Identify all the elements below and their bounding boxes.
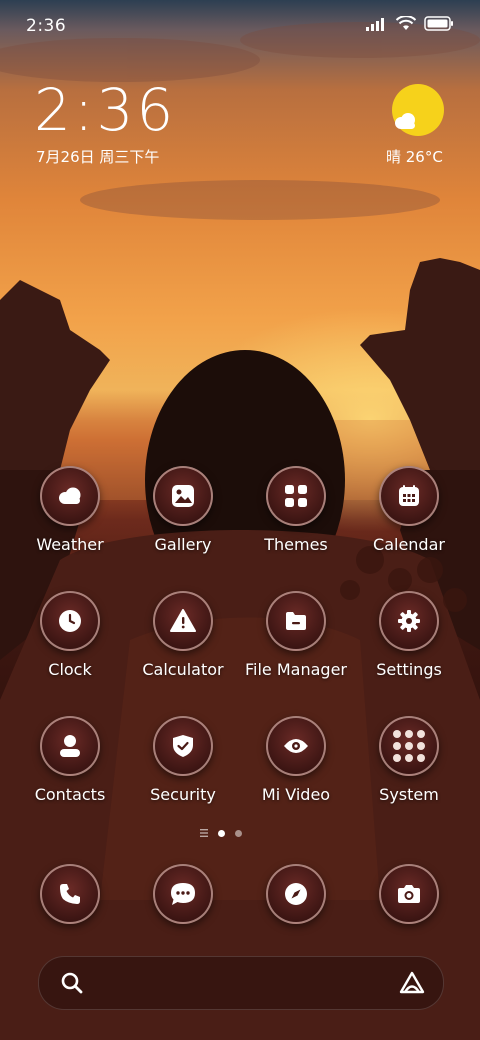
app-calendar[interactable]: Calendar <box>354 466 464 554</box>
app-weather[interactable]: Weather <box>15 466 125 554</box>
warning-icon <box>170 609 196 632</box>
app-label: File Manager <box>245 660 347 679</box>
menu-lines-icon <box>200 829 208 837</box>
app-label: Mi Video <box>261 785 331 804</box>
camera-app-icon[interactable] <box>379 864 439 924</box>
weather-text: 晴 26°C <box>386 148 443 166</box>
search-bar[interactable] <box>38 956 444 1010</box>
app-label: Themes <box>264 535 328 554</box>
file-manager-app-icon[interactable] <box>266 591 326 651</box>
message-icon <box>171 883 195 905</box>
status-time: 2:36 <box>26 16 67 36</box>
dock-messages[interactable] <box>128 864 238 924</box>
themes-app-icon[interactable] <box>266 466 326 526</box>
wifi-icon <box>396 16 416 30</box>
app-label: Calendar <box>373 535 445 554</box>
page-dot-active[interactable] <box>218 829 225 837</box>
app-label: Clock <box>48 660 92 679</box>
app-label: Gallery <box>154 535 212 554</box>
app-label: Settings <box>376 660 442 679</box>
app-themes[interactable]: Themes <box>241 466 351 554</box>
app-security[interactable]: Security <box>128 716 238 804</box>
cloud-icon <box>395 113 415 129</box>
phone-icon <box>60 884 80 904</box>
clock-icon <box>59 610 81 632</box>
app-gallery[interactable]: Gallery <box>128 466 238 554</box>
dock-browser[interactable] <box>241 864 351 924</box>
app-system-folder[interactable]: System <box>354 716 464 804</box>
calendar-app-icon[interactable] <box>379 466 439 526</box>
compass-icon <box>285 883 307 905</box>
dock-camera[interactable] <box>354 864 464 924</box>
page-indicator[interactable] <box>200 829 242 837</box>
phone-app-icon[interactable] <box>40 864 100 924</box>
weather-app-icon[interactable] <box>40 466 100 526</box>
app-clock[interactable]: Clock <box>15 591 125 679</box>
clock-app-icon[interactable] <box>40 591 100 651</box>
image-icon <box>172 485 194 507</box>
browser-app-icon[interactable] <box>266 864 326 924</box>
gear-icon <box>398 610 420 632</box>
status-icons <box>366 16 454 31</box>
app-contacts[interactable]: Contacts <box>15 716 125 804</box>
gallery-app-icon[interactable] <box>153 466 213 526</box>
person-icon <box>60 735 80 757</box>
clock-widget-time[interactable]: 2:36 <box>34 76 176 144</box>
folder-icon <box>286 612 306 630</box>
app-label: System <box>379 785 439 804</box>
calendar-icon <box>399 485 419 506</box>
settings-app-icon[interactable] <box>379 591 439 651</box>
signal-icon <box>366 17 384 31</box>
status-bar: 2:36 <box>0 0 480 50</box>
contacts-app-icon[interactable] <box>40 716 100 776</box>
camera-icon <box>398 885 420 903</box>
app-calculator[interactable]: Calculator <box>128 591 238 679</box>
clock-widget-date: 7月26日 周三下午 <box>36 148 160 166</box>
grid-icon <box>285 485 307 507</box>
app-file-manager[interactable]: File Manager <box>241 591 351 679</box>
mi-video-app-icon[interactable] <box>266 716 326 776</box>
system-folder-icon[interactable] <box>379 716 439 776</box>
app-mi-video[interactable]: Mi Video <box>241 716 351 804</box>
app-label: Weather <box>36 535 104 554</box>
app-settings[interactable]: Settings <box>354 591 464 679</box>
battery-icon <box>424 16 453 31</box>
eye-icon <box>284 739 308 753</box>
calculator-app-icon[interactable] <box>153 591 213 651</box>
assistant-icon[interactable] <box>399 971 425 995</box>
search-icon[interactable] <box>61 972 83 994</box>
messages-app-icon[interactable] <box>153 864 213 924</box>
app-label: Security <box>150 785 216 804</box>
app-label: Contacts <box>34 785 106 804</box>
cloud-icon <box>59 487 81 504</box>
shield-icon <box>173 735 193 757</box>
folder-grid-icon <box>393 730 425 762</box>
page-dot[interactable] <box>235 829 242 837</box>
app-label: Calculator <box>142 660 224 679</box>
security-app-icon[interactable] <box>153 716 213 776</box>
dock-phone[interactable] <box>15 864 125 924</box>
